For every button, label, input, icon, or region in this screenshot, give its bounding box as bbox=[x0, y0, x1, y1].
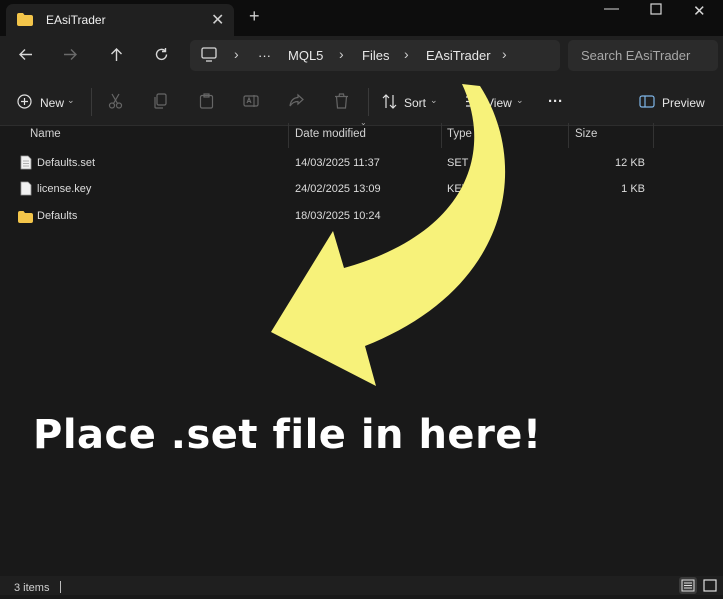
tiles-view-icon bbox=[703, 579, 717, 592]
arrow-shape bbox=[271, 84, 506, 386]
details-view-button[interactable] bbox=[679, 577, 697, 594]
details-view-icon bbox=[681, 579, 695, 592]
tiles-view-button[interactable] bbox=[701, 577, 719, 594]
status-bar bbox=[0, 576, 723, 595]
annotation-arrow bbox=[271, 84, 506, 386]
annotation-caption: Place .set file in here! bbox=[33, 412, 542, 458]
item-count: 3 items bbox=[14, 582, 50, 594]
status-divider bbox=[60, 581, 61, 593]
